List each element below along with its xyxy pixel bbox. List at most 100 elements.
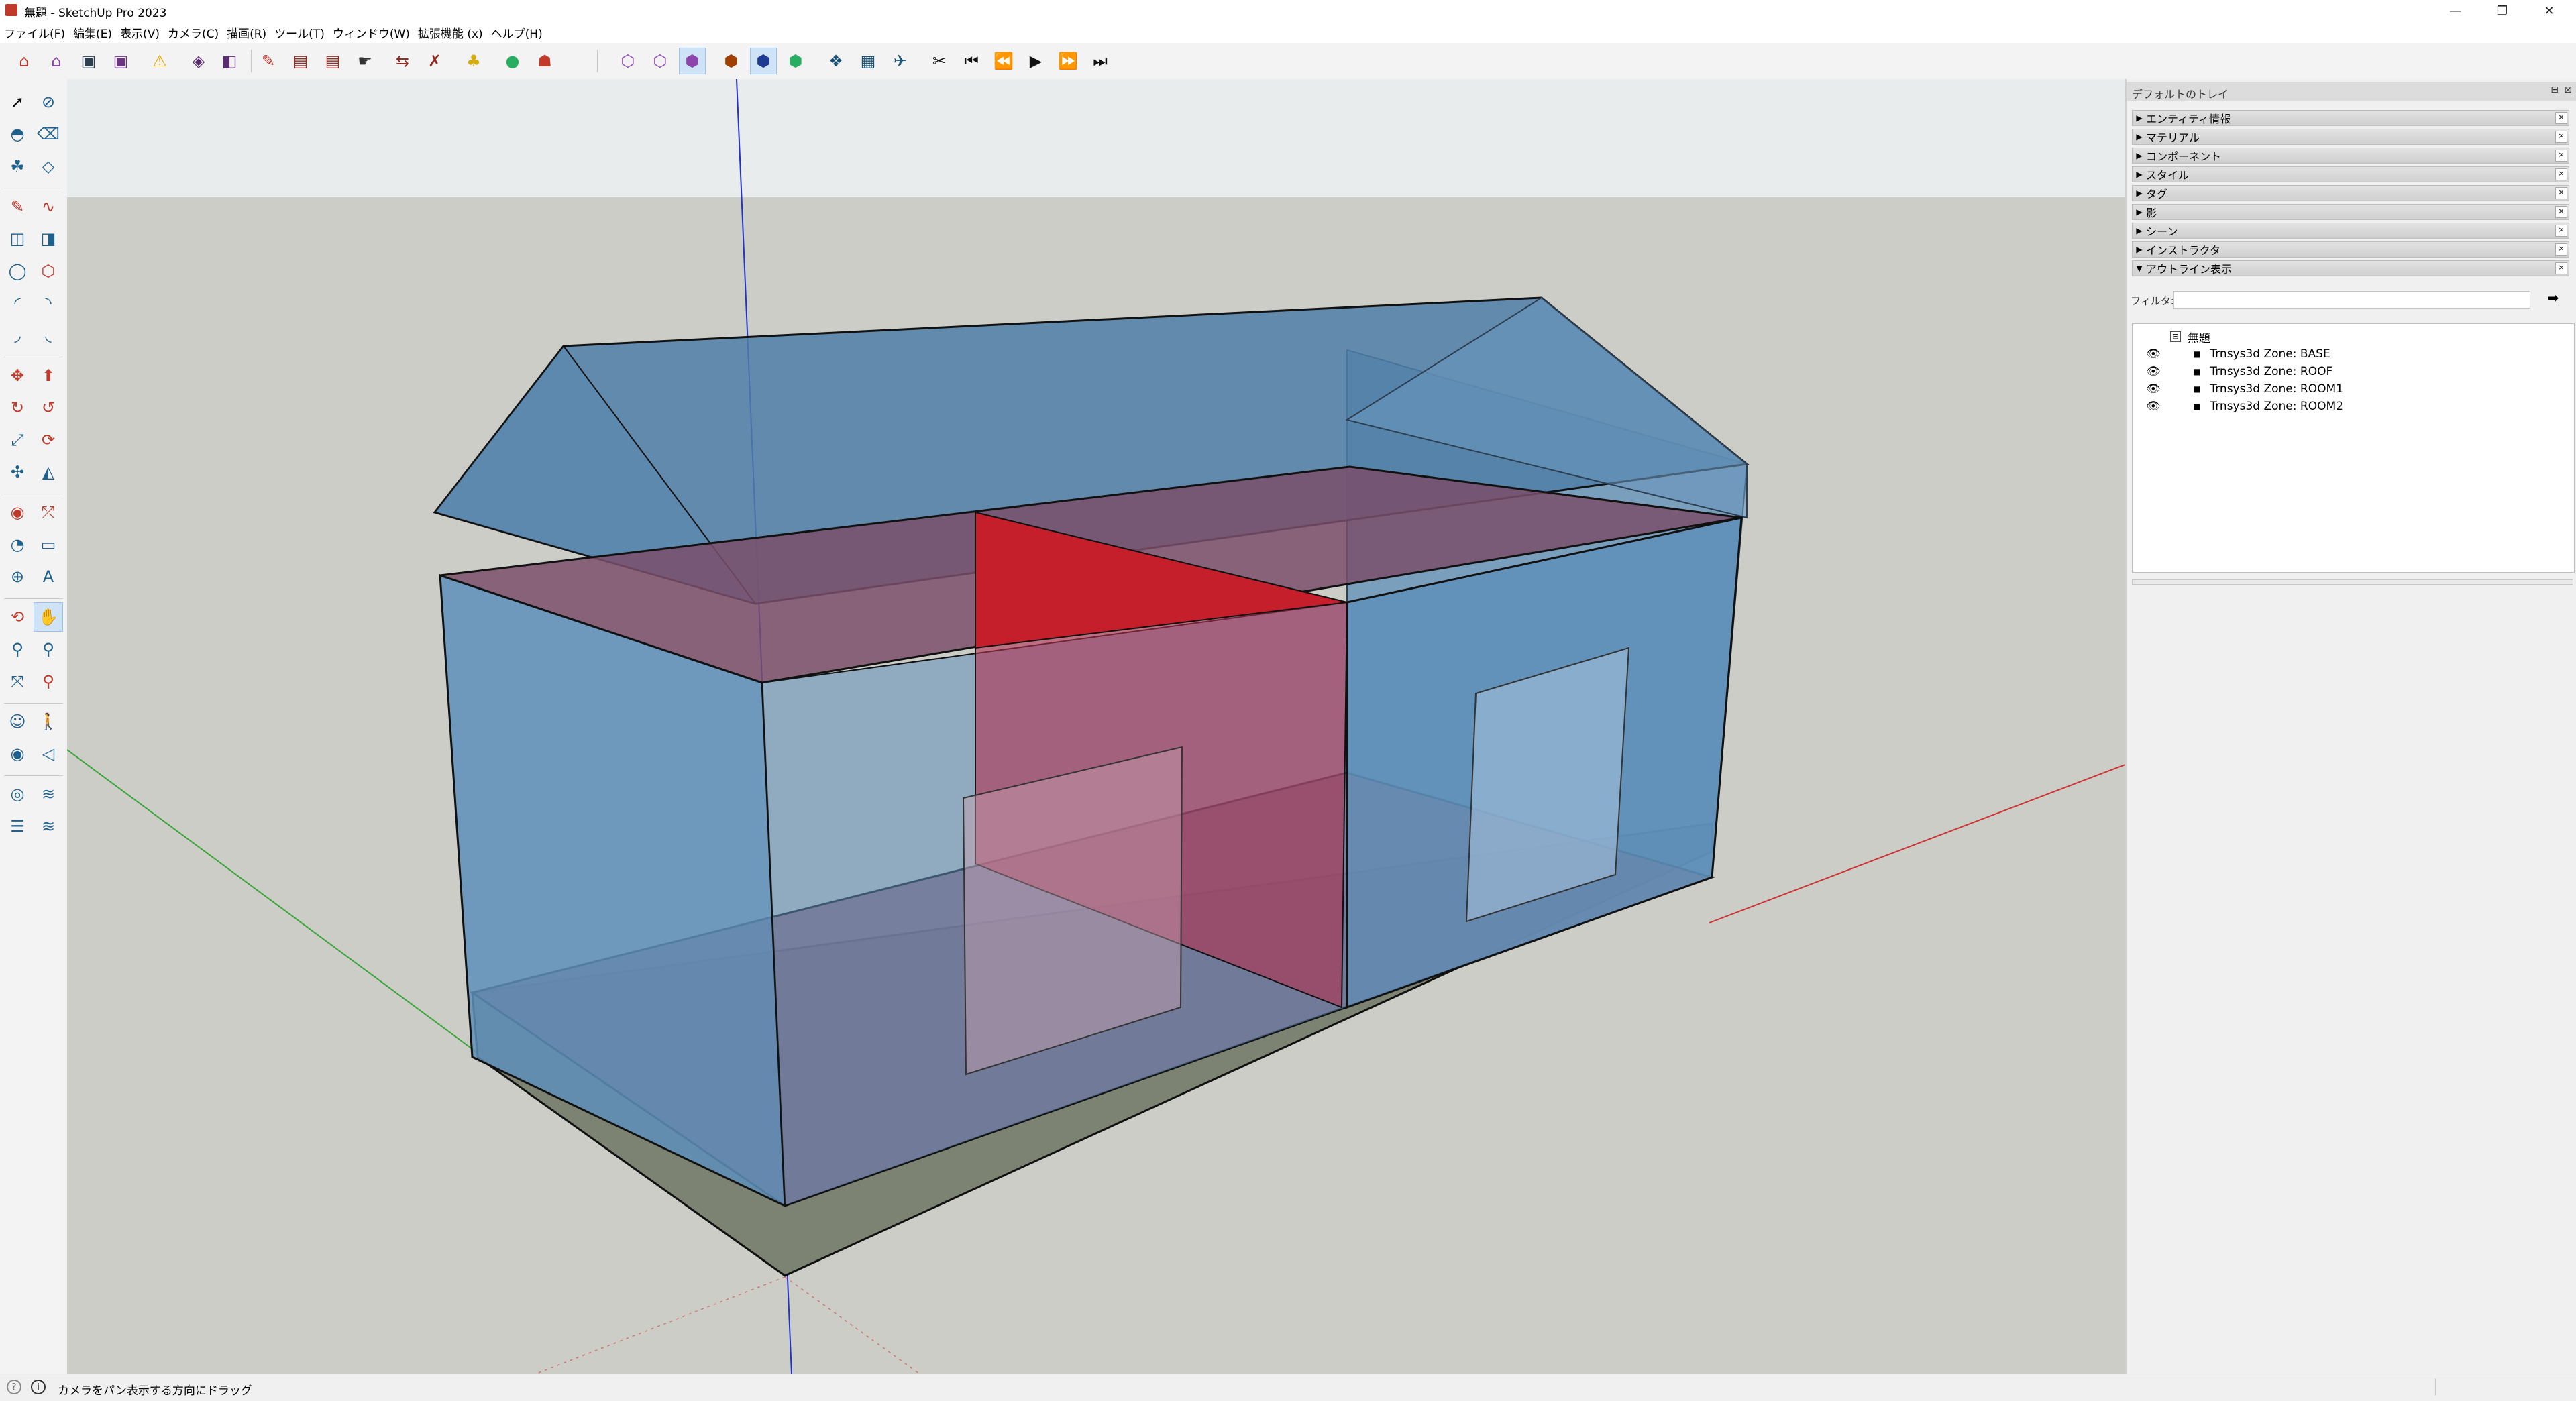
text-icon[interactable]: ▭ <box>34 530 63 559</box>
drawing-viewport[interactable] <box>67 79 2125 1374</box>
push-pull-icon[interactable]: ⬆ <box>34 361 63 390</box>
panel-close-icon[interactable]: × <box>2555 168 2567 180</box>
drape-icon[interactable]: ≋ <box>34 811 63 841</box>
panel-close-icon[interactable]: × <box>2555 262 2567 274</box>
geolocation-icon[interactable]: ? <box>7 1380 21 1394</box>
panel-tags[interactable]: ▶ タグ × <box>2132 185 2569 201</box>
menu-help[interactable]: ヘルプ(H) <box>487 24 547 41</box>
restore-button[interactable]: ❐ <box>2475 0 2529 21</box>
menu-edit[interactable]: 編集(E) <box>69 24 116 41</box>
tag-icon[interactable]: ◇ <box>34 152 63 181</box>
lasso-icon[interactable]: ⊘ <box>34 87 63 117</box>
previous-scene-icon[interactable]: ⏪ <box>990 48 1017 74</box>
visibility-eye-icon[interactable]: 👁 <box>2146 347 2166 361</box>
shaded-textures-icon[interactable]: ⬢ <box>750 48 777 74</box>
export-icon[interactable]: ✈ <box>887 48 914 74</box>
menu-camera[interactable]: カメラ(C) <box>164 24 223 41</box>
select-icon[interactable]: ➚ <box>3 87 32 117</box>
trnsys-tool-4-icon[interactable]: ▤ <box>287 48 314 74</box>
play-icon[interactable]: ▶ <box>1022 48 1049 74</box>
zoom-extents-icon[interactable]: ⤧ <box>3 667 32 696</box>
outliner-root[interactable]: ⊟ 無題 <box>2170 328 2210 345</box>
pan-icon[interactable]: ✋ <box>34 602 63 632</box>
outliner-item[interactable]: 👁 ■ Trnsys3d Zone: ROOF <box>2146 363 2332 380</box>
pie-icon[interactable]: ◟ <box>34 321 63 350</box>
rotate-icon[interactable]: ↻ <box>3 393 32 423</box>
trnsys-tool-6-icon[interactable]: ☛ <box>352 48 378 74</box>
stamp-icon[interactable]: ☰ <box>3 811 32 841</box>
rotated-rectangle-icon[interactable]: ◨ <box>34 224 63 254</box>
tape-measure-icon[interactable]: ◉ <box>3 498 32 527</box>
panel-outliner[interactable]: ▼ アウトライン表示 × <box>2132 260 2569 276</box>
shaded-icon[interactable]: ⬢ <box>718 48 745 74</box>
panel-close-icon[interactable]: × <box>2555 112 2567 124</box>
zoom-icon[interactable]: ⚲ <box>3 634 32 664</box>
rectangle-icon[interactable]: ◫ <box>3 224 32 254</box>
menu-window[interactable]: ウィンドウ(W) <box>329 24 414 41</box>
sandbox-scratch-icon[interactable]: ≋ <box>34 779 63 809</box>
panel-close-icon[interactable]: × <box>2555 150 2567 162</box>
trnsys-tool-8-icon[interactable]: ✗ <box>421 48 448 74</box>
panel-shadows[interactable]: ▶ 影 × <box>2132 204 2569 220</box>
flip-icon[interactable]: ✣ <box>3 457 32 487</box>
mirror-icon[interactable]: ◭ <box>34 457 63 487</box>
info-icon[interactable]: i <box>31 1380 46 1394</box>
move-icon[interactable]: ✥ <box>3 361 32 390</box>
walk-icon[interactable]: 🚶 <box>34 707 63 736</box>
tray-resize-handle[interactable] <box>2132 579 2573 585</box>
arc-icon[interactable]: ◜ <box>3 288 32 318</box>
visibility-eye-icon[interactable]: 👁 <box>2146 382 2166 396</box>
outliner-options-icon[interactable]: ➡ <box>2544 290 2563 309</box>
visibility-eye-icon[interactable]: 👁 <box>2146 400 2166 413</box>
offset-icon[interactable]: ⟳ <box>34 425 63 455</box>
menu-extensions[interactable]: 拡張機能 (x) <box>414 24 487 41</box>
eraser-icon[interactable]: ⌫ <box>34 119 63 149</box>
circle-icon[interactable]: ◯ <box>3 256 32 286</box>
polygon-icon[interactable]: ⬡ <box>34 256 63 286</box>
hidden-line-icon[interactable]: ⬢ <box>679 48 706 74</box>
trnsys-tool-7-icon[interactable]: ⇆ <box>389 48 416 74</box>
panel-close-icon[interactable]: × <box>2555 206 2567 218</box>
open-model-icon[interactable]: ⌂ <box>43 48 70 74</box>
menu-draw[interactable]: 描画(R) <box>223 24 270 41</box>
panel-styles[interactable]: ▶ スタイル × <box>2132 166 2569 182</box>
monochrome-icon[interactable]: ⬢ <box>782 48 809 74</box>
three-point-arc-icon[interactable]: ◞ <box>3 321 32 350</box>
tray-pin-icon[interactable]: ⊟ <box>2551 85 2559 95</box>
visibility-eye-icon[interactable]: 👁 <box>2146 365 2166 378</box>
outliner-item[interactable]: 👁 ■ Trnsys3d Zone: BASE <box>2146 345 2330 363</box>
trnsys-tool-2-icon[interactable]: ◧ <box>216 48 243 74</box>
next-scene-icon[interactable]: ⏩ <box>1055 48 1081 74</box>
axes-icon[interactable]: ⊕ <box>3 562 32 592</box>
protractor-icon[interactable]: ◔ <box>3 530 32 559</box>
line-icon[interactable]: ✎ <box>3 192 32 221</box>
wireframe-icon[interactable]: ⬡ <box>647 48 674 74</box>
menu-view[interactable]: 表示(V) <box>116 24 164 41</box>
last-scene-icon[interactable]: ⏭ <box>1087 48 1114 74</box>
panel-close-icon[interactable]: × <box>2555 243 2567 256</box>
trnsys-tool-11-icon[interactable]: ☗ <box>531 48 558 74</box>
scale-icon[interactable]: ⤢ <box>3 425 32 455</box>
menu-tools[interactable]: ツール(T) <box>270 24 329 41</box>
look-around-icon[interactable]: ◉ <box>3 739 32 769</box>
trnsys-tool-10-icon[interactable]: ● <box>499 48 526 74</box>
sandbox-contours-icon[interactable]: ◎ <box>3 779 32 809</box>
component-icon[interactable]: ❖ <box>822 48 849 74</box>
freehand-icon[interactable]: ∿ <box>34 192 63 221</box>
orbit-icon[interactable]: ⟲ <box>3 602 32 632</box>
dimension-icon[interactable]: ⤱ <box>34 498 63 527</box>
trnsys-tool-9-icon[interactable]: ♣ <box>460 48 487 74</box>
close-button[interactable]: ✕ <box>2522 0 2576 21</box>
xray-icon[interactable]: ⬡ <box>614 48 641 74</box>
section-plane-icon[interactable]: ◁ <box>34 739 63 769</box>
zoom-window-icon[interactable]: ⚲ <box>34 634 63 664</box>
panel-instructor[interactable]: ▶ インストラクタ × <box>2132 241 2569 258</box>
panel-close-icon[interactable]: × <box>2555 131 2567 143</box>
warning-icon[interactable]: ⚠ <box>146 48 173 74</box>
tray-close-icon[interactable]: ⊠ <box>2564 85 2572 95</box>
outliner-item[interactable]: 👁 ■ Trnsys3d Zone: ROOM2 <box>2146 398 2343 415</box>
panel-components[interactable]: ▶ コンポーネント × <box>2132 148 2569 164</box>
panel-materials[interactable]: ▶ マテリアル × <box>2132 129 2569 145</box>
panel-entity-info[interactable]: ▶ エンティティ情報 × <box>2132 110 2569 126</box>
trnsys-tool-3-icon[interactable]: ✎ <box>255 48 282 74</box>
